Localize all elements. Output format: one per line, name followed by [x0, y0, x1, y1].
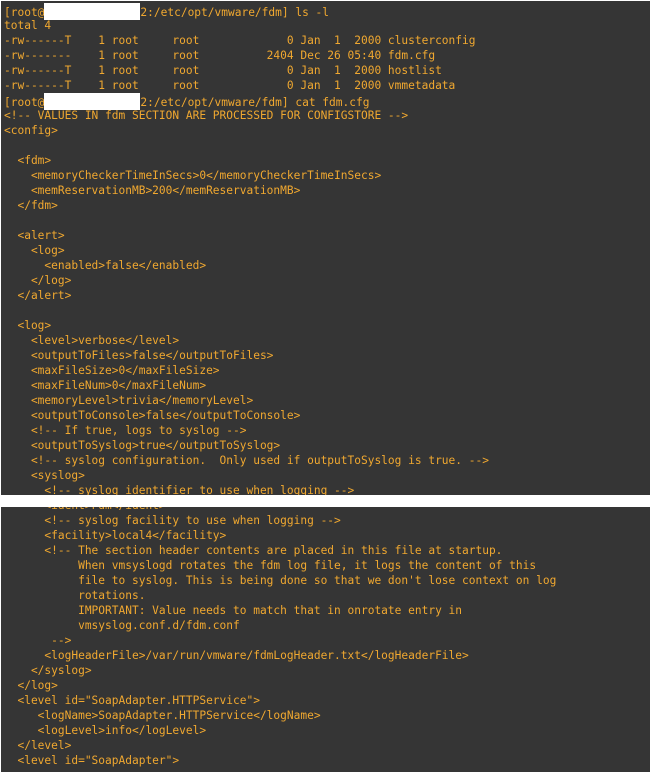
output-line: IMPORTANT: Value needs to match that in …	[4, 604, 463, 617]
output-line: -rw------T 1 root root 0 Jan 1 2000 host…	[4, 64, 442, 77]
output-line: <facility>local4</facility>	[4, 529, 227, 542]
output-line: <!-- VALUES IN fdm SECTION ARE PROCESSED…	[4, 109, 409, 122]
output-line: <fdm>	[4, 154, 52, 167]
output-line: <!-- If true, logs to syslog -->	[4, 424, 247, 437]
prompt-line: [root@ 2:/etc/opt/vmware/fdm] cat fdm.cfg	[4, 93, 369, 110]
prompt-command: ls -l	[288, 6, 330, 19]
output-line: <!-- syslog facility to use when logging…	[4, 514, 341, 527]
terminal-window[interactable]: [root@ 2:/etc/opt/vmware/fdm] ls -l total …	[1, 1, 650, 772]
output-line: <memoryCheckerTimeInSecs>0</memoryChecke…	[4, 169, 382, 182]
output-line: <maxFileNum>0</maxFileNum>	[4, 379, 207, 392]
output-line: <level>verbose</level>	[4, 334, 180, 347]
output-line: </level>	[4, 739, 72, 752]
output-line: -rw------T 1 root root 0 Jan 1 2000 clus…	[4, 34, 476, 47]
output-line: <memoryLevel>trivia</memoryLevel>	[4, 394, 254, 407]
output-line: <syslog>	[4, 469, 85, 482]
output-line: <outputToConsole>false</outputToConsole>	[4, 409, 301, 422]
output-line: file to syslog. This is being done so th…	[4, 574, 557, 587]
output-line: <outputToFiles>false</outputToFiles>	[4, 349, 274, 362]
output-line: </syslog>	[4, 664, 92, 677]
output-line: <alert>	[4, 229, 65, 242]
output-line: When vmsyslogd rotates the fdm log file,…	[4, 559, 537, 572]
output-line: -->	[4, 634, 72, 647]
output-line: </alert>	[4, 289, 72, 302]
output-line: -rw------T 1 root root 0 Jan 1 2000 vmme…	[4, 79, 456, 92]
output-line: <logLevel>info</logLevel>	[4, 724, 207, 737]
output-line: </fdm>	[4, 199, 58, 212]
output-line: vmsyslog.conf.d/fdm.conf	[4, 619, 240, 632]
output-line: rotations.	[4, 589, 146, 602]
redaction-bar	[1, 495, 650, 507]
output-line: <!-- The section header contents are pla…	[4, 544, 503, 557]
output-line: <maxFileSize>0</maxFileSize>	[4, 364, 220, 377]
output-line: <level id="SoapAdapter">	[4, 754, 180, 767]
prompt-line: [root@ 2:/etc/opt/vmware/fdm] ls -l	[4, 3, 330, 20]
output-line: <outputToSyslog>true</outputToSyslog>	[4, 439, 281, 452]
redacted-hostname	[44, 3, 141, 20]
prompt-path: 2:/etc/opt/vmware/fdm]	[140, 6, 289, 19]
output-line: -rw------- 1 root root 2404 Dec 26 05:40…	[4, 49, 436, 62]
output-line: <level id="SoapAdapter.HTTPService">	[4, 694, 260, 707]
output-line: <log>	[4, 319, 52, 332]
output-line: </log>	[4, 274, 72, 287]
output-line: total 4	[4, 19, 52, 32]
output-line: <!-- syslog configuration. Only used if …	[4, 454, 489, 467]
output-line: <memReservationMB>200</memReservationMB>	[4, 184, 301, 197]
output-line: <enabled>false</enabled>	[4, 259, 207, 272]
output-line: <log>	[4, 244, 65, 257]
output-line: <logName>SoapAdapter.HTTPService</logNam…	[4, 709, 321, 722]
output-line: </log>	[4, 679, 58, 692]
output-line: <logHeaderFile>/var/run/vmware/fdmLogHea…	[4, 649, 469, 662]
output-line: <config>	[4, 124, 58, 137]
